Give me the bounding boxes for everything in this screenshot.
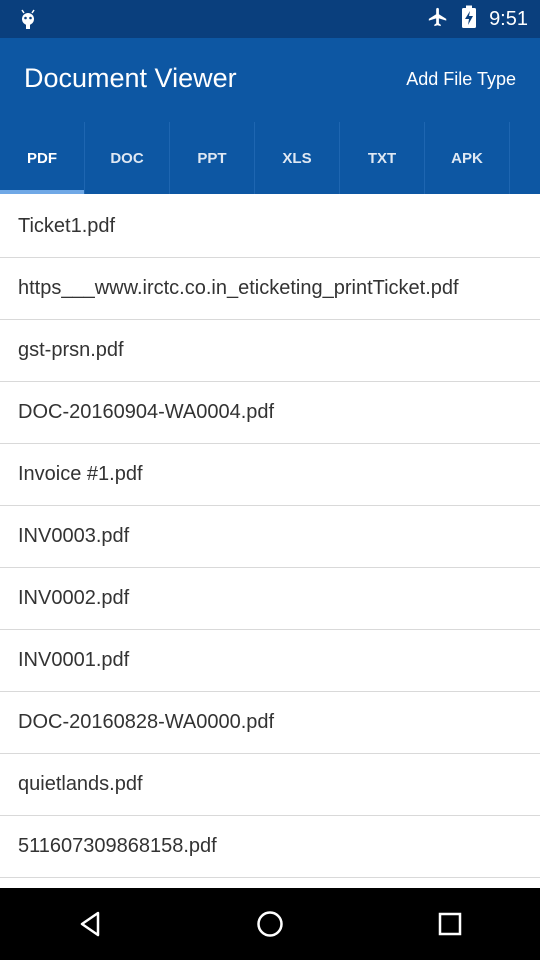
file-item[interactable]: Invoice #1.pdf — [0, 444, 540, 506]
tab-ppt[interactable]: PPT — [170, 122, 255, 194]
file-item[interactable]: INV0002.pdf — [0, 568, 540, 630]
tab-txt[interactable]: TXT — [340, 122, 425, 194]
add-file-type-button[interactable]: Add File Type — [406, 69, 516, 90]
file-item[interactable]: 511607309868158.pdf — [0, 816, 540, 878]
tab-pdf[interactable]: PDF — [0, 122, 85, 194]
status-time: 9:51 — [489, 7, 528, 30]
back-icon[interactable] — [60, 894, 120, 954]
file-item[interactable]: gst-prsn.pdf — [0, 320, 540, 382]
tab-xls[interactable]: XLS — [255, 122, 340, 194]
tab-bar: PDF DOC PPT XLS TXT APK — [0, 122, 540, 194]
navigation-bar — [0, 888, 540, 960]
tab-apk[interactable]: APK — [425, 122, 510, 194]
file-item[interactable]: DOC-20160828-WA0000.pdf — [0, 692, 540, 754]
battery-charging-icon — [461, 5, 477, 34]
file-list: Ticket1.pdf https___www.irctc.co.in_etic… — [0, 196, 540, 878]
status-bar: 9:51 — [0, 0, 540, 38]
file-item[interactable]: INV0003.pdf — [0, 506, 540, 568]
android-icon — [16, 7, 40, 31]
airplane-icon — [427, 6, 449, 33]
file-item[interactable]: DOC-20160904-WA0004.pdf — [0, 382, 540, 444]
app-title: Document Viewer — [24, 63, 237, 93]
app-bar: Document Viewer Add File Type — [0, 38, 540, 122]
file-item[interactable]: Ticket1.pdf — [0, 196, 540, 258]
home-icon[interactable] — [240, 894, 300, 954]
tab-doc[interactable]: DOC — [85, 122, 170, 194]
file-item[interactable]: https___www.irctc.co.in_eticketing_print… — [0, 258, 540, 320]
recents-icon[interactable] — [420, 894, 480, 954]
file-item[interactable]: quietlands.pdf — [0, 754, 540, 816]
file-item[interactable]: INV0001.pdf — [0, 630, 540, 692]
